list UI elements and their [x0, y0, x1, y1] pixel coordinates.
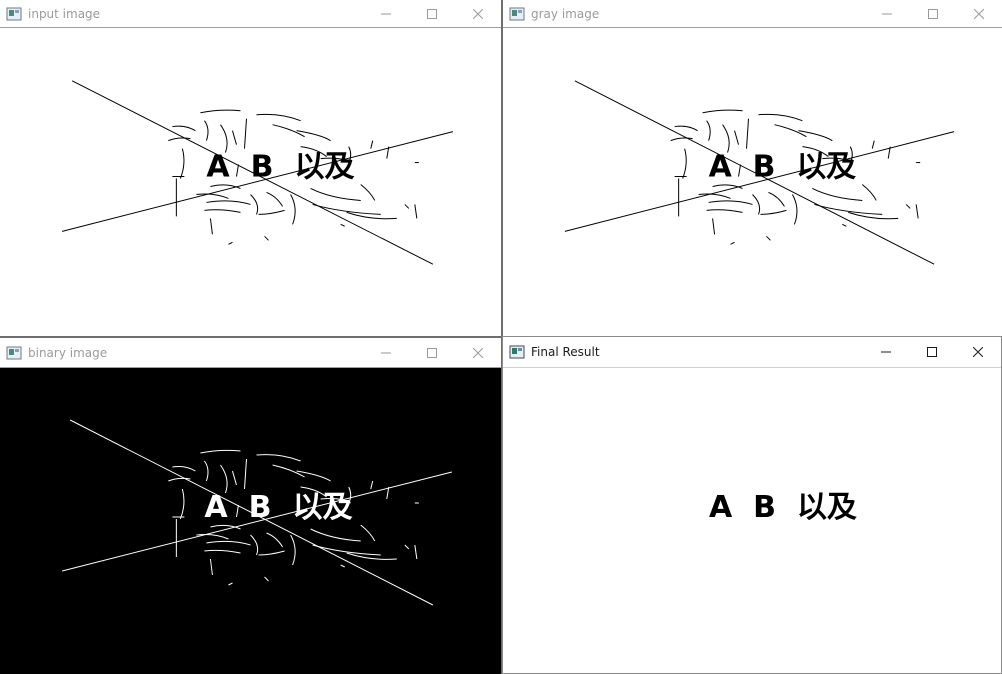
- minimize-icon: [381, 13, 391, 14]
- close-button[interactable]: [955, 337, 1001, 367]
- image-text: A B 以及: [206, 150, 354, 185]
- minimize-button[interactable]: [363, 0, 409, 27]
- binary-text-image: A B 以及: [62, 419, 453, 606]
- opencv-window-icon: [509, 345, 525, 359]
- noisy-text-image: A B 以及: [61, 80, 454, 265]
- minimize-icon: [381, 352, 391, 353]
- close-icon: [473, 8, 483, 19]
- close-button[interactable]: [455, 338, 501, 367]
- clean-text-image: A B 以及: [709, 490, 857, 525]
- maximize-icon: [927, 347, 937, 357]
- image-canvas-gray: A B 以及: [503, 29, 1002, 336]
- window-title: Final Result: [531, 345, 600, 359]
- minimize-icon: [881, 351, 891, 353]
- close-button[interactable]: [956, 0, 1002, 27]
- grayscale-text-image: A B 以及: [564, 80, 955, 265]
- opencv-window-icon: [509, 7, 525, 20]
- maximize-icon: [928, 8, 938, 19]
- titlebar-final[interactable]: Final Result: [503, 337, 1001, 368]
- minimize-icon: [882, 13, 892, 14]
- maximize-button[interactable]: [409, 0, 455, 27]
- image-text: A B 以及: [709, 490, 857, 525]
- titlebar-binary[interactable]: binary image: [0, 338, 501, 368]
- close-button[interactable]: [455, 0, 501, 27]
- minimize-button[interactable]: [864, 0, 910, 27]
- image-text: A B 以及: [204, 490, 352, 525]
- minimize-button[interactable]: [363, 338, 409, 367]
- maximize-icon: [427, 8, 437, 19]
- minimize-button[interactable]: [863, 337, 909, 367]
- opencv-window-icon: [6, 346, 22, 359]
- window-binary-image[interactable]: binary image A B 以及: [0, 338, 501, 674]
- image-canvas-input: A B 以及: [0, 29, 501, 336]
- window-final-result[interactable]: Final Result A B 以及: [502, 336, 1002, 674]
- window-title: binary image: [28, 345, 108, 360]
- maximize-button[interactable]: [409, 338, 455, 367]
- titlebar-gray[interactable]: gray image: [503, 0, 1002, 28]
- maximize-button[interactable]: [910, 0, 956, 27]
- close-icon: [473, 347, 483, 358]
- image-canvas-final: A B 以及: [503, 369, 1001, 673]
- window-input-image[interactable]: input image A B 以及: [0, 0, 501, 336]
- close-icon: [974, 8, 984, 19]
- image-text: A B 以及: [709, 150, 857, 185]
- window-title: input image: [28, 6, 101, 21]
- opencv-window-icon: [6, 7, 22, 20]
- titlebar-input[interactable]: input image: [0, 0, 501, 28]
- maximize-button[interactable]: [909, 337, 955, 367]
- maximize-icon: [427, 347, 437, 358]
- window-title: gray image: [531, 6, 600, 21]
- window-gray-image[interactable]: gray image A B 以及: [503, 0, 1002, 336]
- image-canvas-binary: A B 以及: [0, 369, 501, 674]
- close-icon: [973, 347, 983, 357]
